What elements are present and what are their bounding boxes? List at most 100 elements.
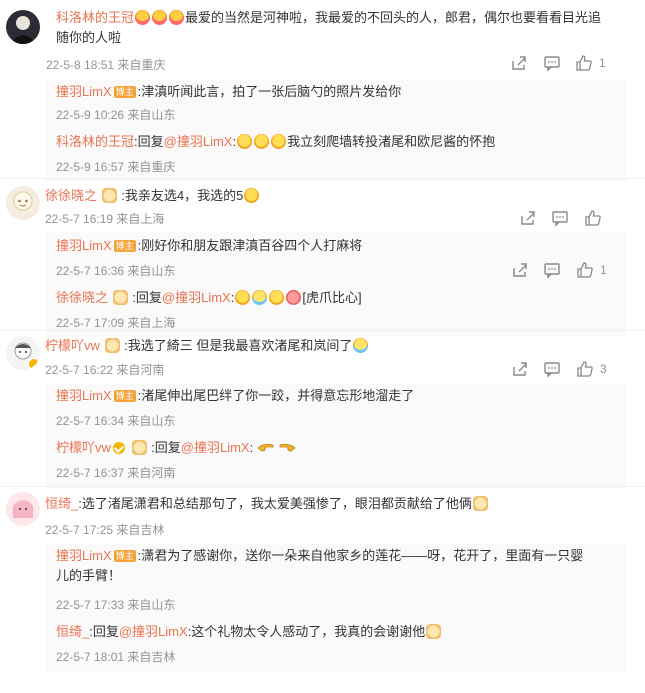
emoji-icon (252, 290, 268, 305)
reply-body: 科洛林的王冠:回复@撞羽LimX: 我立刻爬墙转投渚尾和欧尼酱的怀抱 (56, 134, 496, 149)
comment-meta: 22-5-7 17:25 来自吉林 (45, 523, 165, 537)
share-icon (513, 263, 527, 277)
reply-username[interactable]: 徐徐晓之 (56, 290, 108, 305)
reply-meta: 22-5-7 16:36 来自山东 (56, 264, 176, 278)
reply-username[interactable]: 柠檬吖vw (56, 440, 111, 455)
comment-body: 恒绮_:选了渚尾潇君和总结那句了，我太爱美强惨了，眼泪都贡献给了他俩 (45, 494, 489, 514)
share-button[interactable] (510, 54, 528, 72)
reply-body: 撞羽LimX 博主:津滇听闻此言，拍了一张后脑勺的照片发给你 (56, 84, 402, 99)
comment-text: :我选了綺三 但是我最喜欢渚尾和岚间了 (124, 338, 353, 353)
reply-body: 恒绮_:回复@撞羽LimX:这个礼物太令人感动了，我真的会谢谢他 (56, 622, 442, 642)
share-button[interactable] (511, 360, 529, 378)
comment-meta: 22-5-7 16:22 来自河南 (45, 363, 165, 377)
comment-username[interactable]: 科洛林的王冠 (56, 10, 134, 25)
avatar[interactable] (6, 10, 40, 44)
reply-meta: 22-5-7 17:33 来自山东 (56, 598, 176, 612)
comment-username[interactable]: 恒绮_ (45, 496, 78, 511)
share-icon (512, 56, 526, 70)
reply-meta: 22-5-9 10:26 来自山东 (56, 108, 176, 122)
reply-username[interactable]: 撞羽LimX (56, 84, 112, 99)
share-icon (521, 211, 535, 225)
reply-body: 撞羽LimX 博主:刚好你和朋友跟津滇百谷四个人打麻将 (56, 238, 363, 253)
author-badge: 博主 (113, 86, 136, 98)
emoji-icon (152, 10, 168, 25)
comment-text: :选了渚尾潇君和总结那句了，我太爱美强惨了，眼泪都贡献给了他俩 (78, 496, 472, 511)
like-count: 1 (599, 56, 606, 70)
emoji-icon (235, 290, 251, 305)
emoji-icon (271, 134, 287, 149)
avatar[interactable] (6, 186, 40, 220)
comment-text: :我亲友选4，我选的5 (121, 188, 244, 203)
reply-username[interactable]: 恒绮_ (56, 624, 89, 639)
comment-icon (552, 211, 568, 227)
reply-meta: 22-5-9 16:57 来自重庆 (56, 160, 176, 174)
reply-username[interactable]: 撞羽LimX (56, 238, 112, 253)
like-button[interactable]: 1 (575, 54, 606, 72)
thumbs-up-icon (577, 262, 593, 278)
emoji-icon (135, 10, 151, 25)
like-count: 1 (600, 263, 607, 277)
emoji-icon (169, 10, 185, 25)
reply-username[interactable]: 撞羽LimX (56, 548, 112, 563)
mention-link[interactable]: @撞羽LimX (164, 134, 233, 149)
comment-body: 柠檬吖vw :我选了綺三 但是我最喜欢渚尾和岚间了 (45, 336, 369, 356)
comment-text-line2: 随你的人啦 (56, 30, 122, 45)
comment-button[interactable] (551, 209, 569, 227)
share-button[interactable] (511, 261, 529, 279)
divider (0, 330, 645, 331)
divider (0, 486, 645, 487)
emoji-icon (244, 188, 260, 203)
thumbs-up-icon (577, 361, 593, 377)
reply-username[interactable]: 撞羽LimX (56, 388, 112, 403)
comment-button[interactable] (543, 261, 561, 279)
emoji-icon (426, 624, 442, 639)
emoji-icon (254, 134, 270, 149)
verified-icon (112, 442, 125, 454)
fan-badge-icon (112, 290, 128, 305)
comment-text: 最爱的当然是河神啦，我最爱的不回头的人，郎君，偶尔也要看看目光追 (185, 10, 602, 25)
emoji-icon (269, 290, 285, 305)
mention-link[interactable]: @撞羽LimX (181, 440, 250, 455)
avatar[interactable] (6, 492, 40, 526)
like-button[interactable] (584, 209, 602, 227)
comment-body: 徐徐晓之 :我亲友选4，我选的5 (45, 186, 260, 206)
divider (0, 178, 645, 179)
reply-username[interactable]: 科洛林的王冠 (56, 134, 134, 149)
author-badge: 博主 (113, 390, 136, 402)
like-button[interactable]: 3 (576, 360, 607, 378)
avatar[interactable] (6, 336, 40, 370)
reply-text: 我立刻爬墙转投渚尾和欧尼酱的怀抱 (287, 134, 496, 149)
fan-badge-icon (104, 338, 120, 353)
fan-badge-icon (131, 440, 147, 455)
reply-meta: 22-5-7 16:37 来自河南 (56, 466, 176, 480)
comment-button[interactable] (543, 54, 561, 72)
reply-meta: 22-5-7 18:01 来自吉林 (56, 650, 176, 664)
like-button[interactable]: 1 (576, 261, 607, 279)
emoji-icon (353, 338, 369, 353)
comment-button[interactable] (543, 360, 561, 378)
share-button[interactable] (519, 209, 537, 227)
author-badge: 博主 (113, 240, 136, 252)
comment-meta: 22-5-8 18:51 来自重庆 (46, 58, 166, 72)
mention-link[interactable]: @撞羽LimX (119, 624, 188, 639)
comment-icon (544, 56, 560, 72)
comment-meta: 22-5-7 16:19 来自上海 (45, 212, 165, 226)
comment-username[interactable]: 柠檬吖vw (45, 338, 100, 353)
reply-text-line2: 儿的手臂！ (56, 568, 122, 583)
share-icon (513, 362, 527, 376)
mention-link[interactable]: @撞羽LimX (162, 290, 231, 305)
emoji-icon (472, 496, 488, 511)
reply-text: [虎爪比心] (302, 290, 362, 305)
fan-badge-icon (101, 188, 117, 203)
like-count: 3 (600, 362, 607, 376)
verified-icon (28, 358, 40, 370)
reply-body: 徐徐晓之 :回复@撞羽LimX: [虎爪比心] (56, 290, 362, 305)
comment-username[interactable]: 徐徐晓之 (45, 188, 97, 203)
pointing-hand-icon (257, 444, 274, 452)
thumbs-up-icon (576, 55, 592, 71)
reply-body: 撞羽LimX 博主:潇君为了感谢你，送你一朵来自他家乡的莲花——呀，花开了，里面有… (56, 548, 584, 583)
reply-text: 潇君为了感谢你，送你一朵来自他家乡的莲花——呀，花开了，里面有一只婴 (141, 548, 584, 563)
thumbs-up-icon (585, 210, 601, 226)
reply-meta: 22-5-7 17:09 来自上海 (56, 316, 176, 330)
reply-body: 撞羽LimX 博主:渚尾伸出尾巴绊了你一跤，并得意忘形地溜走了 (56, 388, 415, 403)
